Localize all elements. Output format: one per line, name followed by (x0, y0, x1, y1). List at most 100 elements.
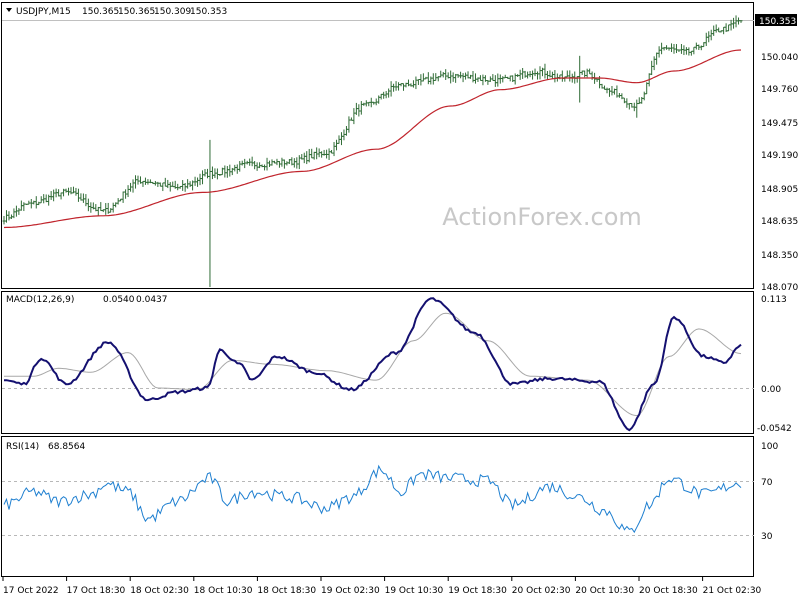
price-bar (543, 63, 547, 79)
price-bar (312, 151, 316, 160)
price-bar (250, 156, 254, 167)
last-price-label: 150.353 (759, 17, 796, 27)
price-bar (12, 208, 16, 219)
price-bar (223, 165, 227, 178)
price-bar (727, 24, 731, 32)
price-bar (451, 72, 455, 82)
price-tick: 150.040 (761, 53, 798, 63)
price-panel-title: USDJPY,M15 (16, 7, 71, 17)
price-bar (143, 177, 147, 185)
price-bar (533, 68, 537, 77)
price-bar (64, 188, 68, 193)
price-bar (449, 70, 453, 84)
price-bar (550, 71, 554, 79)
price-bar (302, 152, 306, 164)
price-panel-frame (1, 2, 754, 289)
price-bar (156, 181, 160, 187)
price-bar (327, 148, 331, 160)
price-bar (508, 75, 512, 82)
price-bar (196, 177, 200, 187)
price-bar (268, 160, 272, 167)
time-label: 20 Oct 18:30 (639, 586, 698, 596)
rsi-tick: 100 (761, 442, 778, 452)
price-bar (255, 162, 259, 171)
macd-tick: 0.00 (761, 385, 781, 395)
price-bar (37, 201, 41, 206)
price-tick: 148.350 (761, 251, 798, 261)
price-bar (208, 139, 212, 287)
time-label: 18 Oct 02:30 (130, 586, 189, 596)
watermark: ActionForex.com (442, 203, 642, 231)
price-bar (188, 181, 192, 188)
price-tick: 149.475 (761, 119, 798, 129)
price-bar (315, 147, 319, 160)
rsi-panel-title: RSI(14) (6, 442, 39, 452)
symbol-menu-arrow-icon[interactable] (6, 8, 12, 12)
price-bar (307, 148, 311, 163)
price-bar (627, 103, 631, 110)
price-bar (394, 81, 398, 91)
price-bar (665, 45, 669, 50)
price-bar (655, 52, 659, 65)
price-bar (181, 180, 185, 191)
price-bar (707, 31, 711, 43)
price-bar (419, 74, 423, 86)
price-bars (2, 15, 743, 287)
price-bar (134, 175, 138, 189)
price-bar (86, 198, 90, 212)
price-bar (431, 73, 435, 85)
time-label: 19 Oct 02:30 (321, 586, 380, 596)
price-bar (523, 70, 527, 78)
price-bar (111, 202, 115, 213)
price-bar (501, 76, 505, 83)
price-bar (536, 71, 540, 80)
price-bar (607, 88, 611, 97)
price-bar (2, 215, 6, 225)
price-bar (397, 82, 401, 91)
price-bar (81, 193, 85, 203)
price-bar (377, 95, 381, 104)
price-bar (332, 142, 336, 157)
price-tick: 148.070 (761, 283, 798, 293)
price-bar (131, 179, 135, 193)
price-bar (481, 74, 485, 86)
price-bar (538, 66, 542, 80)
price-bar (704, 32, 708, 47)
price-close: 150.353 (190, 7, 227, 17)
price-bar (674, 44, 678, 54)
price-bar (416, 79, 420, 85)
price-bar (253, 161, 257, 170)
price-bar (402, 83, 406, 91)
price-bar (518, 69, 522, 80)
price-bar (441, 71, 445, 78)
price-bar (240, 160, 244, 166)
price-bar (292, 158, 296, 168)
price-bar (439, 70, 443, 78)
price-bar (59, 192, 63, 200)
price-bar (183, 183, 187, 192)
price-bar (478, 75, 482, 81)
price-bar (652, 56, 656, 71)
price-bar (491, 74, 495, 81)
time-label: 20 Oct 10:30 (575, 586, 634, 596)
price-bar (496, 73, 500, 87)
price-bar (709, 29, 713, 41)
price-bar (161, 182, 165, 192)
price-bar (694, 42, 698, 50)
price-bar (344, 126, 348, 136)
price-bar (215, 168, 219, 180)
chart-canvas: ActionForex.com USDJPY,M15 150.365 150.3… (1, 2, 798, 596)
price-bar (575, 76, 579, 83)
price-bar (657, 46, 661, 58)
price-y-axis: 150.040 149.760 149.475 149.190 148.905 … (761, 53, 798, 293)
price-bar (568, 70, 572, 82)
price-bar (722, 26, 726, 35)
price-bar (238, 161, 242, 172)
price-bar (461, 73, 465, 83)
macd-value: 0.0540 (103, 295, 135, 305)
price-bar (270, 159, 274, 166)
price-bar (243, 158, 247, 169)
price-tick: 148.905 (761, 185, 798, 195)
price-bar (136, 175, 140, 185)
price-tick: 149.190 (761, 151, 798, 161)
